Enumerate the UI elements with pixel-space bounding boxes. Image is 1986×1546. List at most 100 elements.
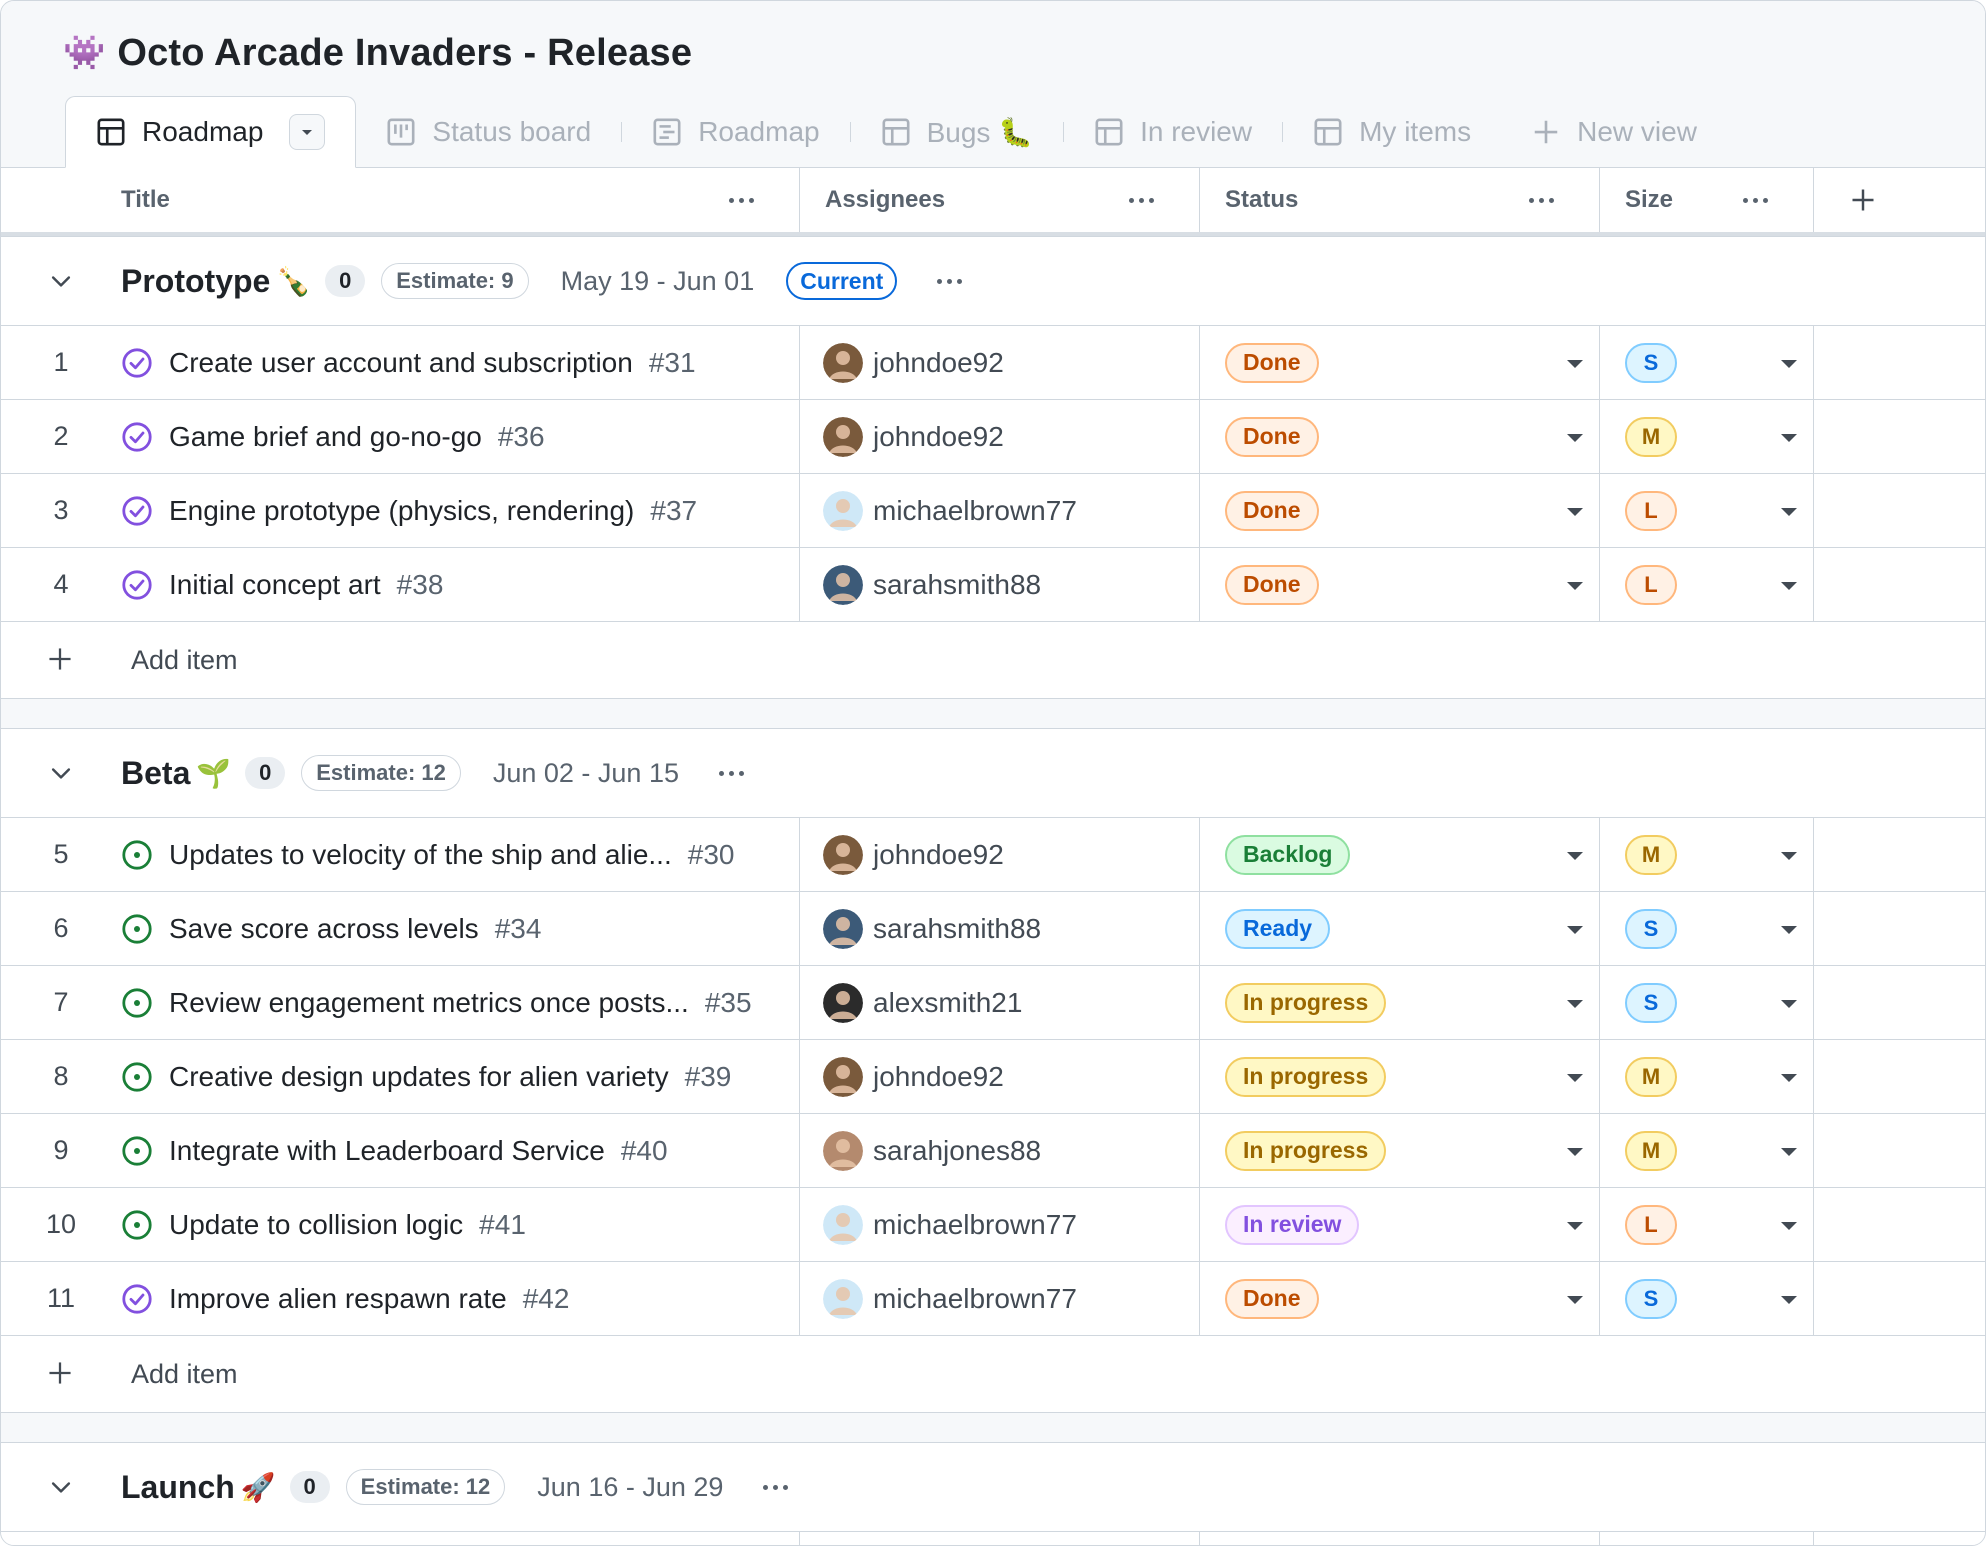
assignee-cell[interactable]: johndoe92 [823, 1040, 1004, 1113]
collapse-button[interactable] [47, 759, 75, 787]
assignee-cell[interactable]: alexsmith21 [823, 966, 1022, 1039]
table-row[interactable]: 2 Game brief and go-no-go #36 johndoe92 Done… [1, 400, 1985, 474]
assignee-cell[interactable]: johndoe92 [823, 400, 1004, 473]
issue-number[interactable]: #36 [498, 421, 545, 453]
table-row[interactable]: 8 Creative design updates for alien varie… [1, 1040, 1985, 1114]
issue-number[interactable]: #31 [649, 347, 696, 379]
status-cell[interactable]: Ready [1225, 892, 1331, 965]
issue-number[interactable]: #41 [479, 1209, 526, 1241]
column-divider[interactable] [799, 168, 800, 232]
table-row[interactable]: 9 Integrate with Leaderboard Service #40 sa… [1, 1114, 1985, 1188]
status-cell[interactable]: In progress [1225, 1040, 1387, 1113]
issue-title-link[interactable]: Review engagement metrics once posts... [169, 987, 689, 1019]
issue-number[interactable]: #35 [705, 987, 752, 1019]
issue-title-link[interactable]: Engine prototype (physics, rendering) [169, 495, 634, 527]
tab-in-review[interactable]: In review [1064, 96, 1282, 168]
tab-roadmap-active[interactable]: Roadmap [65, 96, 357, 168]
table-row[interactable]: 11 Improve alien respawn rate #42 michaelbr… [1, 1262, 1985, 1336]
status-dropdown-icon[interactable] [1567, 852, 1583, 860]
tab-bugs[interactable]: Bugs 🐛 [851, 96, 1063, 168]
status-cell[interactable]: In progress [1225, 966, 1387, 1039]
status-cell[interactable]: In progress [1225, 1114, 1387, 1187]
table-row[interactable]: 7 Review engagement metrics once posts...… [1, 966, 1985, 1040]
table-row[interactable]: 1 Create user account and subscription #31… [1, 326, 1985, 400]
issue-number[interactable]: #42 [523, 1283, 570, 1315]
issue-number[interactable]: #34 [495, 913, 542, 945]
table-row[interactable]: 4 Initial concept art #38 sarahsmith88 Done L [1, 548, 1985, 622]
issue-title-link[interactable]: Create user account and subscription [169, 347, 633, 379]
status-cell[interactable]: Done [1225, 400, 1319, 473]
column-divider[interactable] [1813, 168, 1814, 232]
size-cell[interactable]: M [1625, 1040, 1677, 1113]
table-row[interactable]: 10 Update to collision logic #41 michaelbro… [1, 1188, 1985, 1262]
status-dropdown-icon[interactable] [1567, 1296, 1583, 1304]
tab-status-board[interactable]: Status board [356, 96, 621, 168]
status-dropdown-icon[interactable] [1567, 582, 1583, 590]
size-dropdown-icon[interactable] [1781, 1148, 1797, 1156]
group-menu-button[interactable] [719, 770, 744, 776]
assignee-cell[interactable]: sarahsmith88 [823, 548, 1041, 621]
column-divider[interactable] [1599, 168, 1600, 232]
size-dropdown-icon[interactable] [1781, 1296, 1797, 1304]
issue-number[interactable]: #39 [685, 1061, 732, 1093]
issue-number[interactable]: #40 [621, 1135, 668, 1167]
issue-title-link[interactable]: Save score across levels [169, 913, 479, 945]
assignee-cell[interactable]: michaelbrown77 [823, 1262, 1077, 1335]
status-dropdown-icon[interactable] [1567, 1000, 1583, 1008]
size-dropdown-icon[interactable] [1781, 1074, 1797, 1082]
group-menu-button[interactable] [937, 278, 963, 284]
issue-number[interactable]: #37 [650, 495, 697, 527]
size-cell[interactable]: S [1625, 966, 1677, 1039]
new-view-button[interactable]: New view [1501, 96, 1727, 168]
size-cell[interactable]: M [1625, 400, 1677, 473]
assignee-cell[interactable]: johndoe92 [823, 326, 1004, 399]
issue-title-link[interactable]: Improve alien respawn rate [169, 1283, 507, 1315]
issue-title-link[interactable]: Updates to velocity of the ship and alie… [169, 839, 672, 871]
status-cell[interactable]: Done [1225, 1262, 1319, 1335]
tab-roadmap[interactable]: Roadmap [622, 96, 849, 168]
collapse-button[interactable] [47, 1473, 75, 1501]
column-status-menu[interactable] [1529, 168, 1554, 232]
add-field-button[interactable] [1849, 168, 1877, 232]
size-cell[interactable]: M [1625, 818, 1677, 891]
size-dropdown-icon[interactable] [1781, 1222, 1797, 1230]
status-cell[interactable]: Done [1225, 326, 1319, 399]
status-dropdown-icon[interactable] [1567, 360, 1583, 368]
size-cell[interactable]: S [1625, 326, 1677, 399]
issue-number[interactable]: #30 [688, 839, 735, 871]
column-divider[interactable] [1199, 168, 1200, 232]
group-menu-button[interactable] [763, 1484, 789, 1490]
issue-title-link[interactable]: Integrate with Leaderboard Service [169, 1135, 605, 1167]
tab-my-items[interactable]: My items [1283, 96, 1501, 168]
size-dropdown-icon[interactable] [1781, 434, 1797, 442]
column-assignees-menu[interactable] [1129, 168, 1154, 232]
status-cell[interactable]: Done [1225, 548, 1319, 621]
size-cell[interactable]: S [1625, 1262, 1677, 1335]
issue-title-link[interactable]: Initial concept art [169, 569, 381, 601]
assignee-cell[interactable]: michaelbrown77 [823, 474, 1077, 547]
collapse-button[interactable] [47, 267, 75, 295]
size-dropdown-icon[interactable] [1781, 360, 1797, 368]
column-assignees-header[interactable]: Assignees [825, 168, 945, 232]
status-cell[interactable]: In review [1225, 1188, 1360, 1261]
column-status-header[interactable]: Status [1225, 168, 1298, 232]
status-cell[interactable]: Done [1225, 474, 1319, 547]
issue-title-link[interactable]: Update to collision logic [169, 1209, 463, 1241]
status-dropdown-icon[interactable] [1567, 1222, 1583, 1230]
status-dropdown-icon[interactable] [1567, 508, 1583, 516]
size-cell[interactable]: L [1625, 548, 1677, 621]
assignee-cell[interactable]: michaelbrown77 [823, 1188, 1077, 1261]
add-item-button[interactable]: Add item [1, 622, 1985, 698]
view-options-button[interactable] [289, 114, 326, 150]
column-title-menu[interactable] [729, 168, 754, 232]
status-dropdown-icon[interactable] [1567, 1148, 1583, 1156]
status-cell[interactable]: Backlog [1225, 818, 1351, 891]
assignee-cell[interactable]: sarahsmith88 [823, 892, 1041, 965]
size-dropdown-icon[interactable] [1781, 582, 1797, 590]
size-dropdown-icon[interactable] [1781, 508, 1797, 516]
add-item-button[interactable]: Add item [1, 1336, 1985, 1412]
table-row[interactable]: 5 Updates to velocity of the ship and ali… [1, 818, 1985, 892]
status-dropdown-icon[interactable] [1567, 434, 1583, 442]
size-cell[interactable]: M [1625, 1114, 1677, 1187]
size-cell[interactable]: L [1625, 474, 1677, 547]
